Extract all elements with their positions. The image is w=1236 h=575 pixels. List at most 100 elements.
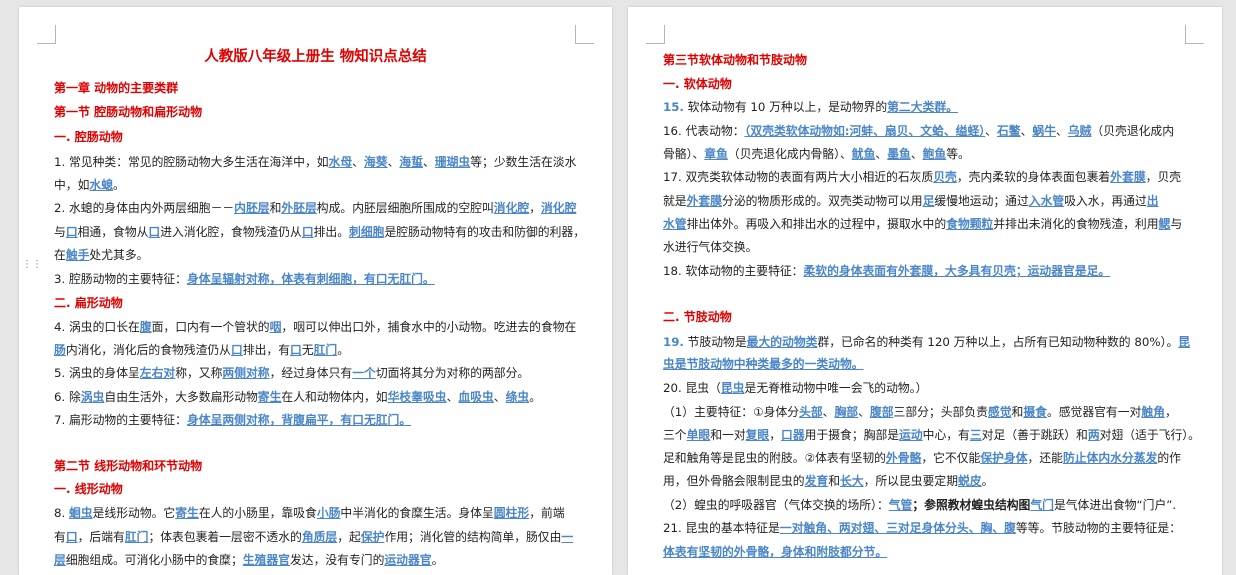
text-segment: 足和触角等是昆虫的附肢。②体表有坚韧的: [663, 451, 886, 465]
text-segment: ；参照教材蝗虫结构图: [912, 498, 1031, 512]
text-segment: 缓慢地运动；通过: [934, 194, 1029, 208]
highlighted-keyword: 出: [1146, 194, 1159, 208]
highlighted-keyword: 两: [1087, 428, 1100, 442]
highlighted-keyword: 蛔虫: [69, 506, 93, 520]
text-segment: 15.: [663, 100, 684, 114]
highlighted-keyword: 海葵: [363, 155, 388, 169]
text-segment: 的作: [1157, 451, 1181, 465]
section-heading: 一. 线形动物: [54, 479, 577, 499]
highlighted-keyword: 外套膜: [686, 194, 723, 208]
highlighted-keyword: 三: [969, 428, 982, 442]
text-segment: 对足（善于跳跃）和: [981, 428, 1088, 442]
text-line: （2）蝗虫的呼吸器官（气体交换的场所）：气管；参照教材蝗虫结构图气门是气体进出食…: [663, 495, 1187, 515]
text-segment: 切面将其分为对称的两部分。: [375, 366, 530, 380]
text-segment: 内消化，消化后的食物残渣仍从: [65, 343, 231, 357]
highlighted-keyword: 口: [65, 225, 78, 239]
section-heading: 第一节 腔肠动物和扁形动物: [54, 102, 577, 122]
highlighted-keyword: 两侧对称: [222, 366, 270, 380]
highlighted-keyword: 口: [65, 530, 78, 544]
text-segment: 与: [54, 225, 66, 239]
text-segment: ，所以昆虫要定期: [863, 474, 958, 488]
text-segment: ，它不仅能: [921, 451, 981, 465]
text-segment: 用于摄食；胸部是: [804, 428, 900, 442]
highlighted-keyword: 发育: [804, 474, 829, 488]
text-segment: 是气体进出食物“门户”.: [1053, 498, 1177, 512]
text-segment: 3. 腔肠动物的主要特征：: [54, 272, 187, 286]
text-line: 就是外套膜分泌的物质形成的。双壳类动物可以用足缓慢地运动；通过入水管吸入水，再通…: [663, 191, 1187, 211]
text-line: 6. 除涡虫自由生活外，大多数扁形动物寄生在人和动物体内，如华枝睾吸虫、血吸虫、…: [54, 387, 577, 407]
text-segment: ，: [1164, 405, 1177, 419]
highlighted-keyword: 口: [148, 225, 161, 239]
text-segment: 是无脊椎动物中唯一会飞的动物。）: [744, 381, 928, 395]
text-segment: 和一对: [710, 428, 746, 442]
text-line: 4. 涡虫的口长在腹面，口内有一个管状的咽，咽可以伸出口外，捕食水中的小动物。吃…: [54, 317, 577, 337]
text-segment: 三部分；头部负责: [893, 405, 988, 419]
section-heading: 第一章 动物的主要类群: [54, 78, 577, 98]
text-segment: 和: [828, 474, 840, 488]
text-segment: 和: [1011, 405, 1024, 419]
text-segment: 19.: [663, 335, 684, 349]
text-segment: ，前端: [529, 506, 565, 520]
highlighted-keyword: 海蜇: [399, 155, 423, 169]
text-segment: 一. 线形动物: [54, 482, 123, 496]
highlighted-keyword: 身体呈辐射对称，体表有刺细胞，有口无肛门。: [186, 272, 435, 286]
text-segment: 分泌的物质形成的。双壳类动物可以用: [722, 194, 923, 208]
text-line: 16. 代表动物：（双壳类软体动物如:河蚌、扇贝、文蛤、缢蛏）、石鳖、蜗牛、乌贼…: [663, 121, 1187, 141]
text-segment: 中心，有: [922, 428, 970, 442]
text-segment: 作用；消化管的结构简单，肠仅由: [384, 530, 562, 544]
section-heading: 二. 扁形动物: [54, 293, 577, 313]
highlighted-keyword: 墨鱼: [887, 147, 911, 161]
text-segment: 、: [858, 405, 870, 419]
text-line: 15. 软体动物有 10 万种以上，是动物界的第二大类群。: [663, 97, 1187, 117]
text-segment: 、: [387, 155, 400, 169]
highlighted-keyword: 鱿鱼: [851, 147, 876, 161]
text-line: 19. 节肢动物是最大的动物类群，已命名的种类有 120 万种以上，占所有已知动…: [663, 332, 1191, 352]
highlighted-keyword: 口: [290, 343, 302, 357]
text-segment: 、: [1020, 124, 1033, 138]
highlighted-keyword: 保护: [360, 530, 385, 544]
highlighted-keyword: 单眼: [686, 428, 711, 442]
highlighted-keyword: 绦虫: [505, 390, 530, 404]
text-segment: 和: [269, 201, 282, 215]
highlighted-keyword: 腹部: [869, 405, 894, 419]
highlighted-keyword: 身体呈两侧对称，背腹扁平，有口无肛门。: [186, 413, 412, 427]
highlighted-keyword: 生殖器官: [242, 553, 290, 567]
text-segment: 第三节软体动物和节肢动物: [663, 53, 808, 67]
text-segment: 16. 代表动物：: [663, 124, 745, 138]
text-segment: 。: [431, 553, 444, 567]
text-line: 骨骼）、章鱼（贝壳退化成内骨骼）、鱿鱼、墨鱼、鲍鱼等。: [663, 144, 1187, 164]
text-segment: 4. 涡虫的口长在: [54, 320, 140, 334]
text-segment: 。: [529, 390, 542, 404]
text-segment: 构成。内胚层细胞所围成的空腔叫: [316, 201, 494, 215]
text-segment: 21. 昆虫的基本特征是: [663, 521, 780, 535]
text-line: 水管排出体外。再吸入和排出水的过程中，摄取水中的食物颗粒并排出未消化的食物残渣，…: [663, 214, 1187, 234]
highlighted-keyword: 昆: [1178, 335, 1191, 349]
text-segment: 第一章 动物的主要类群: [54, 81, 179, 95]
highlighted-keyword: 触手: [65, 248, 90, 262]
text-segment: 是腔肠动物特有的攻击和防御的利器，: [384, 225, 585, 239]
text-segment: 、: [446, 390, 459, 404]
text-segment: 是线形动物。它: [92, 506, 176, 520]
document-page-left: 人教版八年级上册生 物知识点总结 第一章 动物的主要类群第一节 腔肠动物和扁形动…: [19, 7, 612, 575]
text-segment: 、: [423, 155, 435, 169]
highlighted-keyword: 长大: [840, 474, 864, 488]
text-segment: 用，但外骨骼会限制昆虫的: [663, 474, 805, 488]
text-line: 肠内消化，消化后的食物残渣仍从口排出，有口无肛门。: [54, 340, 577, 360]
highlighted-keyword: 体表有坚韧的外骨骼，身体和附肢都分节。: [663, 545, 888, 559]
text-segment: 20. 昆虫（: [663, 381, 721, 395]
text-line: 水进行气体交换。: [663, 237, 1187, 257]
text-line: 层细胞组成。可消化小肠中的食糜；生殖器官发达，没有专门的运动器官。: [54, 550, 577, 570]
document-title: 人教版八年级上册生 物知识点总结: [204, 49, 427, 65]
highlighted-keyword: 口: [301, 225, 314, 239]
text-segment: 进入消化腔，食物残渣仍从: [160, 225, 302, 239]
highlighted-keyword: 昆虫: [720, 381, 745, 395]
text-line: 2. 水螅的身体由内外两层细胞－－内胚层和外胚层构成。内胚层细胞所围成的空腔叫消…: [54, 198, 577, 218]
section-heading: 一. 腔肠动物: [54, 127, 577, 147]
text-segment: ，: [529, 201, 541, 215]
highlighted-keyword: 肛门: [313, 343, 338, 357]
text-segment: 水进行气体交换。: [663, 240, 758, 254]
text-segment: 骨骼）、: [663, 147, 705, 161]
highlighted-keyword: 角质层: [301, 530, 338, 544]
text-segment: 中半消化的食糜生活。身体呈: [340, 506, 494, 520]
drag-handle-icon[interactable]: ⋮⋮: [22, 260, 42, 278]
